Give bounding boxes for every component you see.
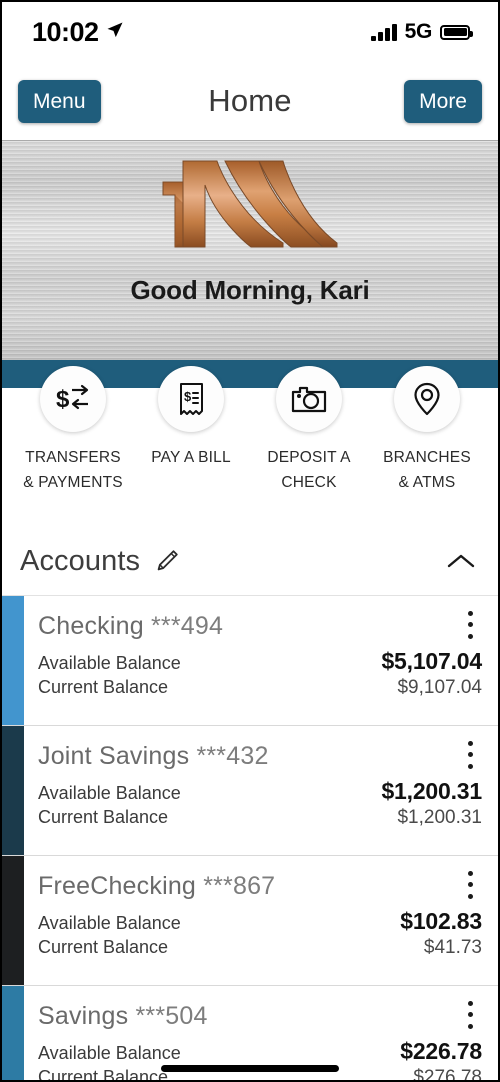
kebab-menu-icon[interactable] [458,608,482,642]
quick-action-deposit-a-check[interactable]: DEPOSIT A CHECK [256,366,362,496]
available-balance-label: Available Balance [38,652,181,673]
account-card-body: Checking ***494 Available Balance $5,107… [24,596,498,725]
account-accent-bar [2,595,24,725]
location-arrow-icon [106,21,124,44]
account-card[interactable]: FreeChecking ***867 Available Balance $1… [2,855,498,986]
more-button[interactable]: More [404,79,482,123]
signal-bars-icon [371,23,397,41]
pencil-icon[interactable] [154,548,180,574]
quick-action-label-line2: & ATMS [398,473,456,491]
quick-action-branches-and-atms[interactable]: BRANCHES & ATMS [374,366,480,496]
current-balance-label: Current Balance [38,676,169,697]
quick-action-label-line1: PAY A BILL [151,449,231,466]
account-mask: ***432 [196,741,269,770]
quick-action-label-line1: BRANCHES [383,449,471,466]
available-balance-row: Available Balance $226.78 [38,1038,482,1065]
available-balance-row: Available Balance $1,200.31 [38,778,482,805]
status-time: 10:02 [32,16,99,47]
map-pin-icon [394,366,460,432]
account-name: Joint Savings ***432 [38,742,482,771]
greeting-text: Good Morning, Kari [130,275,370,305]
current-balance-label: Current Balance [38,806,169,827]
accounts-title: Accounts [20,544,141,577]
available-balance-value: $102.83 [400,907,482,934]
current-balance-row: Current Balance $41.73 [38,937,482,959]
svg-text:$: $ [56,386,70,413]
quick-action-label: PAY A BILL [151,446,231,471]
navigation-bar: Menu Home More [2,62,498,140]
kebab-menu-icon[interactable] [458,738,482,772]
svg-text:$: $ [184,389,192,404]
account-name-text: Savings [38,1001,129,1030]
camera-icon [276,366,342,432]
account-card-body: Joint Savings ***432 Available Balance $… [24,726,498,855]
available-balance-value: $5,107.04 [381,647,482,674]
current-balance-value: $9,107.04 [397,676,482,698]
quick-action-label: BRANCHES & ATMS [383,446,471,496]
available-balance-value: $226.78 [400,1037,482,1064]
status-bar-left: 10:02 [32,17,124,48]
quick-action-pay-a-bill[interactable]: $ PAY A BILL [138,366,244,496]
account-accent-bar [2,725,24,855]
current-balance-row: Current Balance $1,200.31 [38,807,482,829]
available-balance-value: $1,200.31 [381,777,482,804]
account-accent-bar [2,985,24,1080]
quick-actions-row: $ TRANSFERS & PAYMENTS $ PAY A BILL DEPO… [2,360,498,496]
available-balance-label: Available Balance [38,782,181,803]
account-card[interactable]: Checking ***494 Available Balance $5,107… [2,595,498,726]
quick-actions-section: $ TRANSFERS & PAYMENTS $ PAY A BILL DEPO… [2,360,498,496]
account-accent-bar [2,855,24,985]
battery-full-icon [440,24,473,40]
receipt-bill-icon: $ [158,366,224,432]
quick-action-label: TRANSFERS & PAYMENTS [23,446,123,496]
account-name-text: FreeChecking [38,871,197,900]
available-balance-row: Available Balance $5,107.04 [38,648,482,675]
home-indicator-bar[interactable] [161,1065,339,1072]
current-balance-value: $1,200.31 [397,806,482,828]
current-balance-row: Current Balance $9,107.04 [38,677,482,699]
account-mask: ***494 [150,611,224,640]
account-name: Checking ***494 [38,612,482,641]
quick-action-label: DEPOSIT A CHECK [267,446,350,496]
network-label: 5G [404,20,433,43]
hero-banner: Good Morning, Kari [2,140,498,360]
available-balance-row: Available Balance $102.83 [38,908,482,935]
current-balance-value: $276.78 [413,1066,482,1082]
status-bar: 10:02 5G [2,2,498,62]
current-balance-label: Current Balance [38,936,169,957]
menu-button[interactable]: Menu [18,79,101,123]
quick-action-label-line2: CHECK [281,473,337,491]
account-card[interactable]: Joint Savings ***432 Available Balance $… [2,725,498,856]
chevron-up-icon[interactable] [440,545,482,577]
bank-logo [155,149,345,269]
current-balance-label: Current Balance [38,1066,169,1082]
phone-screen: 10:02 5G Menu Home More Good Morning, Ka… [0,0,500,1082]
quick-action-transfers[interactable]: $ TRANSFERS & PAYMENTS [20,366,126,496]
account-name-text: Joint Savings [38,741,190,770]
quick-action-label-line1: TRANSFERS [25,449,121,466]
quick-action-label-line1: DEPOSIT A [267,449,351,466]
available-balance-label: Available Balance [38,1042,181,1063]
transfer-dollar-arrows-icon: $ [40,366,106,432]
kebab-menu-icon[interactable] [458,998,482,1032]
available-balance-label: Available Balance [38,912,181,933]
quick-action-label-line2: & PAYMENTS [23,473,123,491]
account-name: FreeChecking ***867 [38,872,482,901]
status-bar-right: 5G [371,20,473,44]
current-balance-value: $41.73 [423,936,482,958]
accounts-header: Accounts [2,527,498,596]
account-mask: ***504 [135,1001,208,1030]
accounts-list[interactable]: Checking ***494 Available Balance $5,107… [2,595,498,1082]
account-mask: ***867 [203,871,276,900]
account-name-text: Checking [38,611,144,640]
account-card-body: FreeChecking ***867 Available Balance $1… [24,856,498,985]
account-name: Savings ***504 [38,1002,482,1031]
kebab-menu-icon[interactable] [458,868,482,902]
